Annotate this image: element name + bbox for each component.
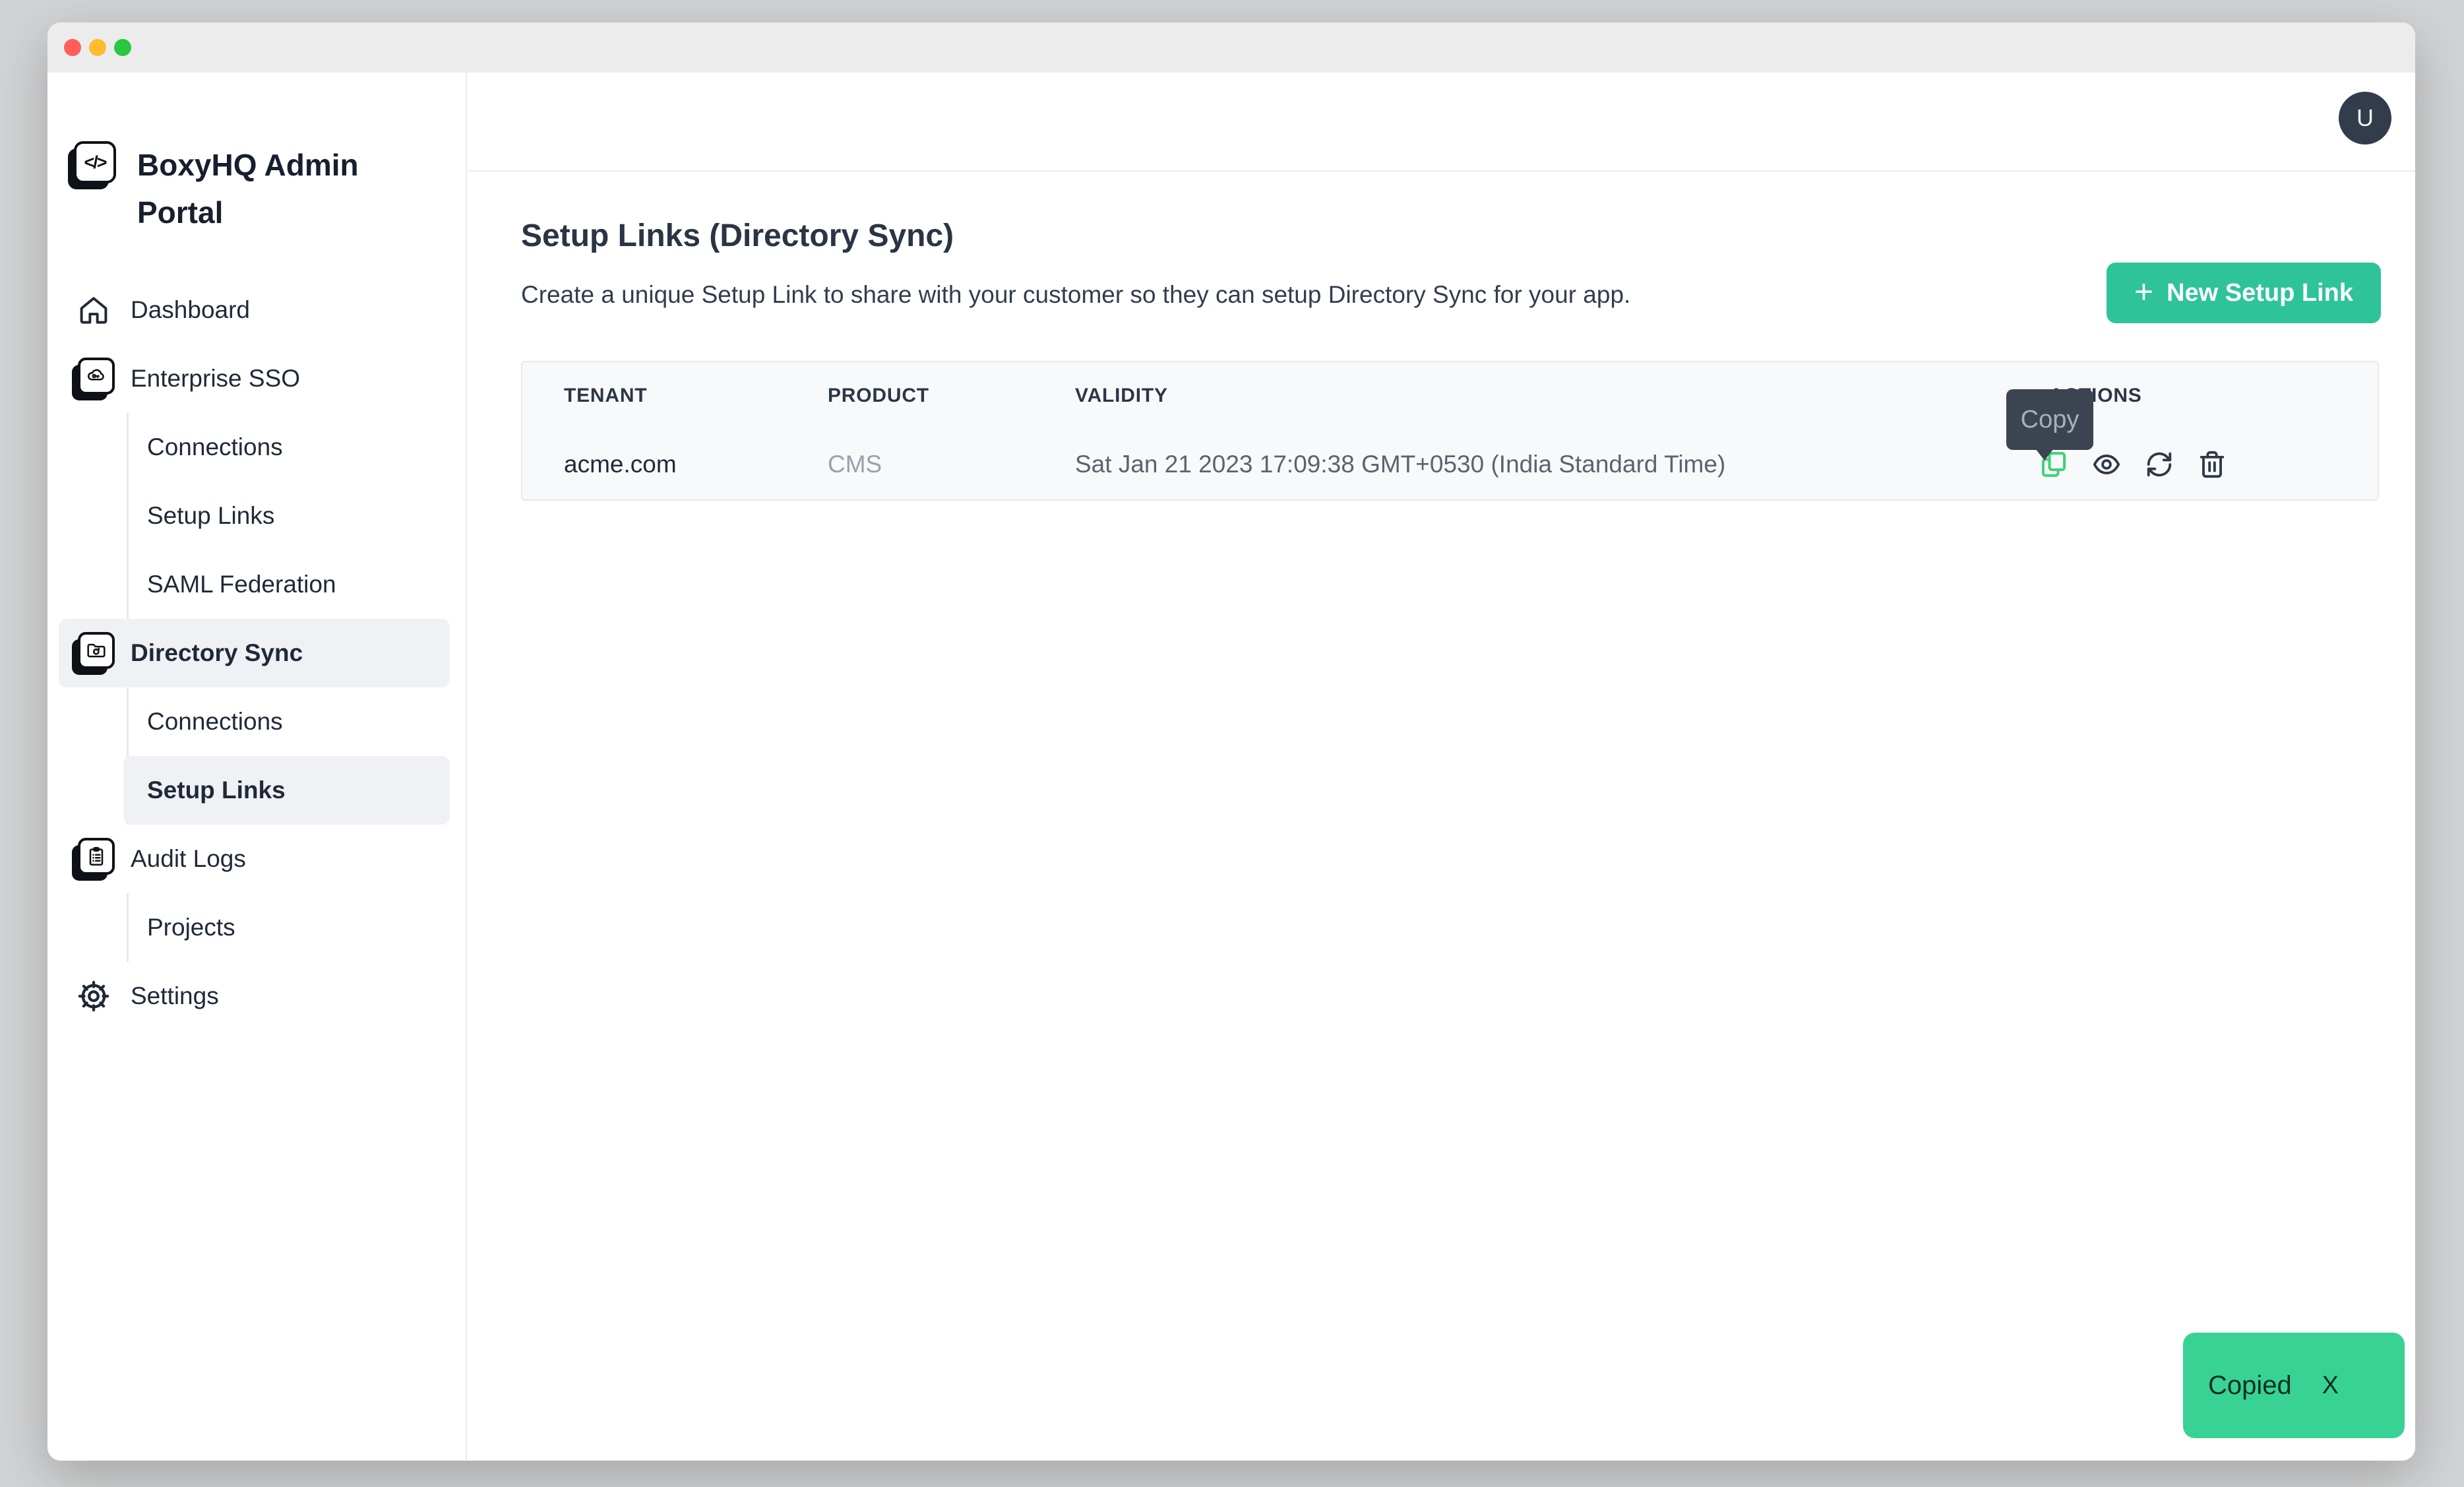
top-header: U xyxy=(468,73,2415,172)
boxyhq-logo-icon: </> xyxy=(74,141,116,183)
column-header-tenant: TENANT xyxy=(564,385,828,407)
plus-icon: + xyxy=(2134,275,2153,308)
column-header-product: PRODUCT xyxy=(828,385,1075,407)
sidebar-nav: Dashboard Enterprise SSO xyxy=(59,276,450,1030)
sidebar-item-label: Audit Logs xyxy=(131,845,246,873)
copied-toast: Copied X xyxy=(2183,1333,2405,1438)
sidebar-subgroup-audit-logs: Projects xyxy=(127,893,450,962)
sidebar-item-dsync-connections[interactable]: Connections xyxy=(129,687,450,756)
settings-gear-icon xyxy=(73,978,115,1014)
sidebar-subgroup-directory-sync: Connections Setup Links xyxy=(127,687,450,825)
tenant-cell: acme.com xyxy=(564,451,828,478)
audit-logs-icon xyxy=(73,838,115,880)
sidebar-item-saml-federation[interactable]: SAML Federation xyxy=(129,550,450,619)
column-header-actions: ACTIONS xyxy=(2049,385,2378,407)
minimize-window-button[interactable] xyxy=(89,39,106,56)
directory-sync-icon xyxy=(73,632,115,674)
new-setup-link-label: New Setup Link xyxy=(2167,279,2353,307)
sidebar-item-label: Settings xyxy=(131,982,219,1010)
sidebar-item-label: Dashboard xyxy=(131,296,250,324)
sidebar-item-dsync-setup-links[interactable]: Setup Links xyxy=(123,756,450,825)
enterprise-sso-icon xyxy=(73,358,115,400)
sidebar-subgroup-enterprise-sso: Connections Setup Links SAML Federation xyxy=(127,413,450,619)
maximize-window-button[interactable] xyxy=(114,39,131,56)
close-window-button[interactable] xyxy=(64,39,81,56)
product-cell: CMS xyxy=(828,451,1075,478)
window-titlebar xyxy=(47,22,2415,73)
validity-cell: Sat Jan 21 2023 17:09:38 GMT+0530 (India… xyxy=(1075,451,2049,478)
home-icon xyxy=(73,293,115,327)
app-window: </> BoxyHQ Admin Portal Dashboard xyxy=(47,22,2415,1461)
sidebar-item-projects[interactable]: Projects xyxy=(129,893,450,962)
eye-icon[interactable] xyxy=(2091,449,2122,480)
copy-tooltip: Copy xyxy=(2006,389,2093,450)
sidebar-item-dashboard[interactable]: Dashboard xyxy=(59,276,450,344)
table-header-row: TENANT PRODUCT VALIDITY ACTIONS xyxy=(522,362,2378,429)
sidebar-item-audit-logs[interactable]: Audit Logs xyxy=(59,825,450,893)
page-title: Setup Links (Directory Sync) xyxy=(521,218,954,254)
copy-tooltip-label: Copy xyxy=(2021,406,2079,434)
table-row: acme.com CMS Sat Jan 21 2023 17:09:38 GM… xyxy=(522,429,2378,499)
sidebar-item-settings[interactable]: Settings xyxy=(59,962,450,1030)
close-icon[interactable]: X xyxy=(2322,1372,2339,1400)
setup-links-table: TENANT PRODUCT VALIDITY ACTIONS acme.com… xyxy=(521,361,2379,501)
sidebar-item-label: Directory Sync xyxy=(131,639,303,667)
sidebar-item-directory-sync[interactable]: Directory Sync xyxy=(59,619,450,687)
page-description: Create a unique Setup Link to share with… xyxy=(521,281,1630,309)
sidebar: </> BoxyHQ Admin Portal Dashboard xyxy=(47,73,467,1461)
toast-message: Copied xyxy=(2208,1371,2292,1401)
column-header-validity: VALIDITY xyxy=(1075,385,2049,407)
sidebar-item-sso-connections[interactable]: Connections xyxy=(129,413,450,482)
actions-cell xyxy=(2039,449,2378,480)
regenerate-icon[interactable] xyxy=(2144,449,2174,480)
new-setup-link-button[interactable]: + New Setup Link xyxy=(2107,263,2381,323)
sidebar-item-label: Enterprise SSO xyxy=(131,365,300,393)
brand[interactable]: </> BoxyHQ Admin Portal xyxy=(74,141,361,236)
sidebar-item-enterprise-sso[interactable]: Enterprise SSO xyxy=(59,344,450,413)
delete-icon[interactable] xyxy=(2197,449,2227,480)
sidebar-item-sso-setup-links[interactable]: Setup Links xyxy=(129,482,450,550)
avatar[interactable]: U xyxy=(2339,92,2391,144)
brand-title: BoxyHQ Admin Portal xyxy=(137,141,361,236)
